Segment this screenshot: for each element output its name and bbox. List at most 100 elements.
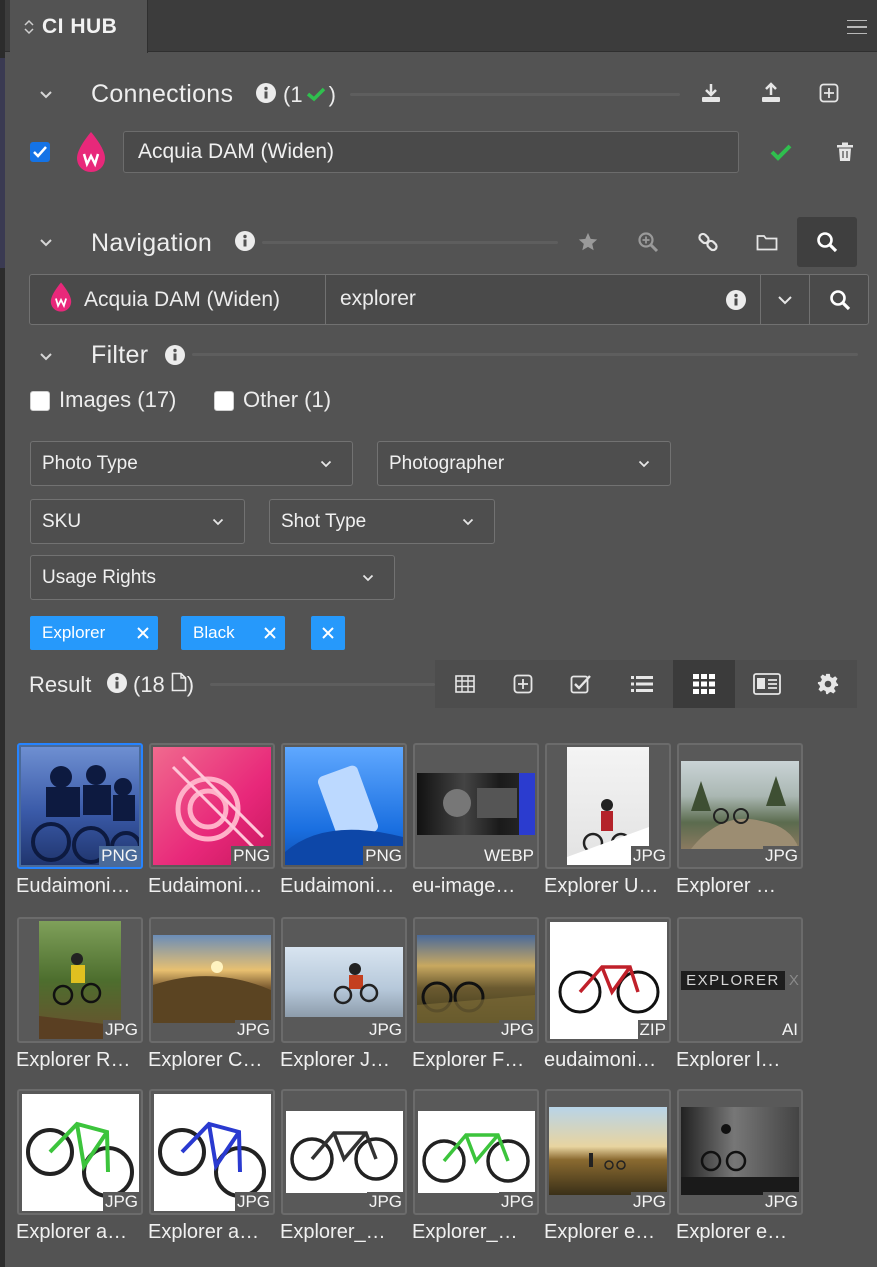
result-thumbnail[interactable]: JPG [677, 1089, 803, 1215]
result-file-name: eu-image… [412, 875, 516, 897]
info-icon[interactable] [107, 673, 127, 693]
panel-menu-icon[interactable] [847, 20, 867, 34]
search-mode-button[interactable] [797, 217, 857, 267]
thumbnail-image [285, 947, 403, 1017]
sku-dropdown[interactable]: SKU [30, 499, 245, 544]
filter-tag-explorer: Explorer [30, 616, 158, 650]
file-type-badge: JPG [366, 1192, 404, 1212]
result-thumbnail[interactable]: JPG [677, 743, 803, 869]
dropdown-label: Shot Type [281, 510, 367, 532]
table-view-icon[interactable] [450, 670, 480, 698]
search-options-dropdown[interactable] [760, 275, 810, 324]
result-thumbnail[interactable]: JPG [281, 1089, 407, 1215]
filter-title: Filter [91, 341, 149, 369]
result-file-name: Explorer J… [280, 1049, 391, 1071]
result-file-name: Explorer F… [412, 1049, 525, 1071]
trash-icon[interactable] [830, 138, 860, 166]
list-view-icon[interactable] [627, 670, 657, 698]
chevron-down-icon [778, 295, 792, 304]
section-divider [350, 93, 680, 96]
file-type-badge: PNG [99, 846, 140, 866]
acquia-logo-icon [74, 130, 108, 179]
file-type-badge: PNG [231, 846, 272, 866]
file-type-badge: JPG [630, 846, 668, 866]
result-thumbnail[interactable]: WEBP [413, 743, 539, 869]
result-file-name: Explorer e… [544, 1221, 656, 1243]
search-input[interactable]: explorer [340, 287, 416, 311]
panel-tab[interactable]: CI HUB [10, 0, 148, 53]
usage-rights-dropdown[interactable]: Usage Rights [30, 555, 395, 600]
upload-icon[interactable] [755, 78, 787, 108]
add-icon[interactable] [508, 670, 538, 698]
result-thumbnail[interactable]: EXPLORER X AI [677, 917, 803, 1043]
info-icon[interactable] [235, 231, 255, 251]
result-thumbnail[interactable]: JPG [149, 1089, 275, 1215]
filter-checkbox-images[interactable] [30, 391, 50, 411]
connection-checkbox[interactable] [30, 142, 50, 162]
result-thumbnail[interactable]: ZIP [545, 917, 671, 1043]
explorer-logo: EXPLORER [681, 970, 785, 990]
result-thumbnail[interactable]: PNG [149, 743, 275, 869]
remove-tag-icon[interactable] [136, 626, 150, 640]
filter-checkbox-other[interactable] [214, 391, 234, 411]
connections-collapse-chevron-icon[interactable] [38, 86, 54, 102]
filter-collapse-chevron-icon[interactable] [38, 348, 54, 364]
grid-view-button[interactable] [673, 660, 735, 708]
connection-status-check-icon [766, 138, 796, 166]
filter-label-images: Images (17) [59, 387, 177, 412]
panel-tab-bar: CI HUB [5, 0, 877, 53]
result-file-name: Explorer … [676, 875, 777, 897]
source-selector[interactable]: Acquia DAM (Widen) [30, 275, 326, 324]
zoom-in-icon[interactable] [633, 227, 663, 257]
section-divider [210, 683, 435, 686]
gear-icon[interactable] [813, 670, 843, 698]
photographer-dropdown[interactable]: Photographer [377, 441, 671, 486]
chevron-down-icon [212, 518, 224, 525]
card-view-icon[interactable] [752, 670, 782, 698]
chevron-down-icon [320, 460, 332, 467]
result-thumbnail[interactable]: JPG [149, 917, 275, 1043]
link-icon[interactable] [693, 227, 723, 257]
connections-count: (1 ) [283, 82, 336, 108]
photo-type-dropdown[interactable]: Photo Type [30, 441, 353, 486]
chevron-down-icon [362, 574, 374, 581]
result-thumbnail[interactable]: JPG [413, 1089, 539, 1215]
add-connection-icon[interactable] [813, 78, 845, 108]
select-all-icon[interactable] [566, 670, 596, 698]
result-file-name: Eudaimoni… [280, 875, 395, 897]
search-icon [817, 232, 838, 253]
navigation-collapse-chevron-icon[interactable] [38, 234, 54, 250]
star-icon[interactable] [573, 227, 603, 257]
tag-label: Explorer [42, 623, 106, 642]
result-thumbnail[interactable]: JPG [413, 917, 539, 1043]
result-thumbnail[interactable]: JPG [545, 1089, 671, 1215]
search-button[interactable] [811, 275, 868, 324]
result-thumbnail[interactable]: PNG [281, 743, 407, 869]
chevron-down-icon [638, 460, 650, 467]
file-type-badge: JPG [498, 1192, 536, 1212]
result-thumbnail[interactable]: JPG [545, 743, 671, 869]
info-icon[interactable] [165, 345, 185, 365]
result-thumbnail[interactable]: PNG [17, 743, 143, 869]
shot-type-dropdown[interactable]: Shot Type [269, 499, 495, 544]
result-thumbnail[interactable]: JPG [17, 1089, 143, 1215]
result-thumbnail[interactable]: JPG [281, 917, 407, 1043]
result-thumbnail[interactable]: JPG [17, 917, 143, 1043]
result-file-name: Explorer a… [16, 1221, 128, 1243]
info-icon[interactable] [726, 290, 746, 310]
file-type-badge: WEBP [481, 846, 536, 866]
dropdown-label: SKU [42, 510, 82, 532]
search-icon [829, 289, 850, 310]
folder-icon[interactable] [752, 227, 782, 257]
result-file-name: Explorer_… [280, 1221, 386, 1243]
dropdown-label: Photo Type [42, 452, 138, 474]
remove-tag-icon[interactable] [263, 626, 277, 640]
info-icon[interactable] [256, 83, 276, 103]
connection-name-field[interactable]: Acquia DAM (Widen) [123, 131, 739, 173]
chevron-down-icon [462, 518, 474, 525]
download-icon[interactable] [695, 78, 727, 108]
navigation-title: Navigation [91, 229, 213, 257]
file-type-badge: JPG [102, 1192, 140, 1212]
clear-all-tags-button[interactable] [311, 616, 345, 650]
thumbnail-image [681, 1107, 799, 1195]
